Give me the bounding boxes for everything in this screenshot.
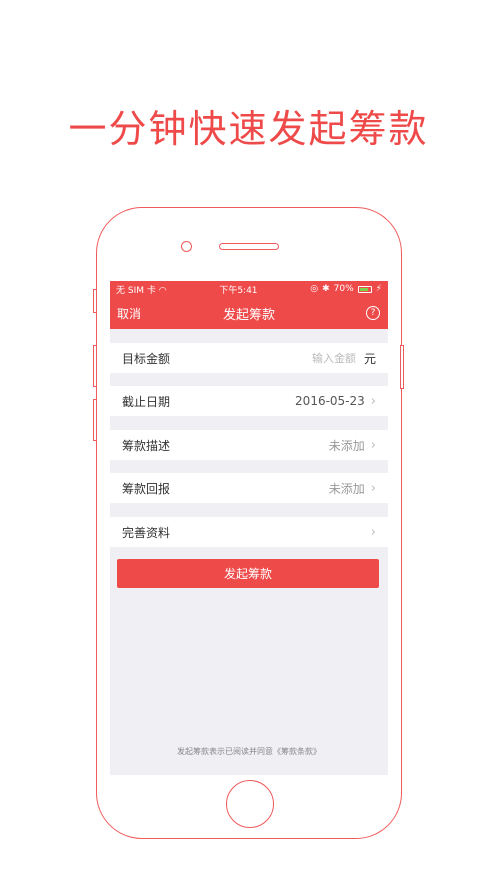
terms-link[interactable]: 《筹款条款》 bbox=[273, 747, 321, 756]
profile-label: 完善资料 bbox=[122, 525, 171, 540]
currency-unit: 元 bbox=[363, 351, 376, 366]
phone-power-button bbox=[400, 345, 404, 389]
phone-volume-up bbox=[93, 345, 97, 387]
phone-volume-down bbox=[93, 399, 97, 441]
description-label: 筹款描述 bbox=[122, 438, 171, 453]
profile-row[interactable]: 完善资料 › bbox=[110, 517, 388, 547]
phone-mute-switch bbox=[93, 289, 97, 313]
app-screen: 无 SIM 卡 ◠ 下午5:41 ◎ ✱ 70% ⚡ 取消 发起筹款 ? 目标金… bbox=[110, 281, 388, 775]
chevron-right-icon: › bbox=[370, 393, 376, 409]
target-amount-label: 目标金额 bbox=[122, 351, 171, 366]
agreement-prefix: 发起筹款表示已阅读并同意 bbox=[177, 747, 273, 756]
deadline-row[interactable]: 截止日期 2016-05-23 › bbox=[110, 386, 388, 416]
deadline-value: 2016-05-23 bbox=[295, 394, 365, 408]
battery-percent: 70% bbox=[333, 284, 354, 294]
reward-label: 筹款回报 bbox=[122, 481, 171, 496]
page-title: 发起筹款 bbox=[222, 307, 275, 323]
phone-speaker bbox=[219, 243, 279, 250]
headline: 一分钟快速发起筹款 bbox=[68, 107, 429, 151]
carrier-status: 无 SIM 卡 ◠ bbox=[116, 283, 167, 296]
phone-home-button bbox=[226, 780, 274, 828]
wifi-icon: ◠ bbox=[158, 285, 167, 296]
reward-value: 未添加 bbox=[328, 481, 365, 496]
status-right: ◎ ✱ 70% ⚡ bbox=[310, 284, 382, 294]
reward-value-wrap: 未添加 › bbox=[329, 480, 376, 497]
chevron-right-icon: › bbox=[370, 524, 376, 540]
target-amount-input[interactable] bbox=[263, 350, 358, 366]
deadline-label: 截止日期 bbox=[122, 394, 171, 409]
phone-camera bbox=[181, 241, 192, 252]
submit-button[interactable]: 发起筹款 bbox=[117, 559, 379, 588]
status-time: 下午5:41 bbox=[219, 285, 258, 296]
bluetooth-icon: ✱ bbox=[322, 284, 330, 294]
orientation-lock-icon: ◎ bbox=[310, 284, 319, 294]
help-icon[interactable]: ? bbox=[366, 306, 380, 320]
profile-value-wrap: › bbox=[371, 525, 376, 540]
cancel-button[interactable]: 取消 bbox=[117, 305, 141, 322]
chevron-right-icon: › bbox=[370, 480, 376, 496]
description-row[interactable]: 筹款描述 未添加 › bbox=[110, 430, 388, 460]
charging-icon: ⚡ bbox=[375, 284, 382, 294]
target-amount-row[interactable]: 目标金额 元 bbox=[110, 343, 388, 373]
carrier-text: 无 SIM 卡 bbox=[116, 285, 156, 296]
agreement-text: 发起筹款表示已阅读并同意《筹款条款》 bbox=[110, 746, 388, 757]
chevron-right-icon: › bbox=[370, 437, 376, 453]
target-amount-value: 元 bbox=[263, 350, 376, 367]
description-value-wrap: 未添加 › bbox=[329, 437, 376, 454]
deadline-value-wrap: 2016-05-23 › bbox=[295, 394, 376, 409]
reward-row[interactable]: 筹款回报 未添加 › bbox=[110, 473, 388, 503]
description-value: 未添加 bbox=[328, 438, 365, 453]
battery-icon bbox=[357, 285, 372, 293]
nav-bar: 取消 发起筹款 ? bbox=[110, 297, 388, 329]
status-bar: 无 SIM 卡 ◠ 下午5:41 ◎ ✱ 70% ⚡ bbox=[110, 281, 388, 297]
